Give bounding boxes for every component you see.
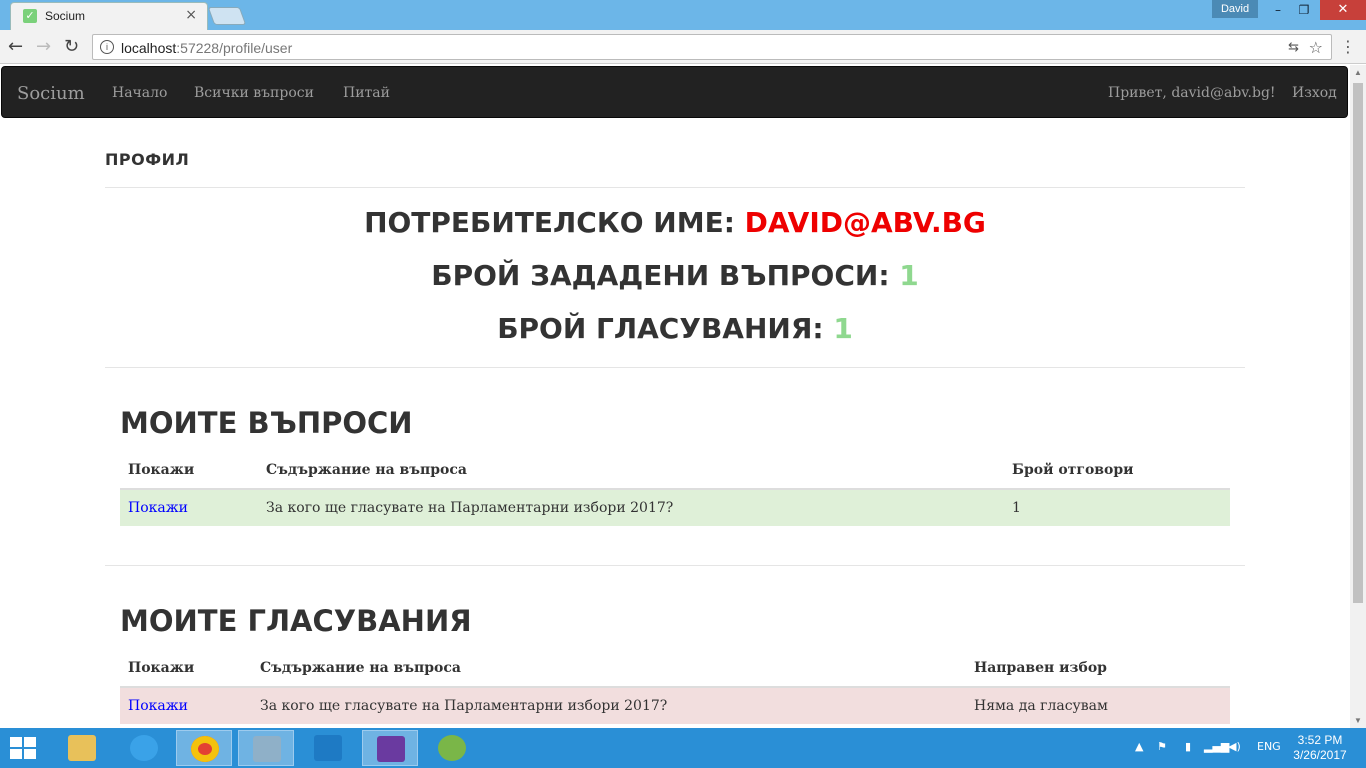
internet-explorer-icon[interactable] — [116, 730, 172, 766]
scroll-down-icon[interactable]: ▼ — [1354, 716, 1362, 725]
table-row: Покажи За кого ще гласувате на Парламент… — [120, 687, 1230, 724]
reload-icon[interactable]: ↻ — [64, 36, 79, 57]
browser-menu-icon[interactable]: ⋮ — [1340, 37, 1356, 56]
votes-count-value: 1 — [833, 312, 853, 345]
snipping-tool-icon[interactable] — [238, 730, 294, 766]
my-questions-table: Покажи Съдържание на въпроса Брой отгово… — [120, 451, 1230, 526]
column-header: Покажи — [120, 649, 252, 688]
tray-expand-icon[interactable]: ▲ — [1135, 740, 1143, 753]
signal-icon[interactable]: ▂▄▆ — [1204, 740, 1229, 753]
site-brand[interactable]: Socium — [17, 83, 85, 104]
vote-question-content: За кого ще гласувате на Парламентарни из… — [252, 687, 966, 724]
bookmark-star-icon[interactable]: ☆ — [1309, 38, 1323, 57]
clock-time: 3:52 PM — [1297, 733, 1343, 747]
battery-icon[interactable]: ▮ — [1185, 740, 1191, 753]
restore-button[interactable]: ❐ — [1290, 0, 1318, 20]
divider — [105, 565, 1245, 566]
username-value: DAVID@ABV.BG — [744, 206, 986, 239]
browser-profile-badge[interactable]: David — [1212, 0, 1258, 18]
nav-greeting[interactable]: Привет, david@abv.bg! — [1108, 85, 1276, 101]
show-vote-link[interactable]: Покажи — [128, 698, 188, 714]
divider — [105, 187, 1245, 188]
network-status-icon[interactable]: ⚑ — [1157, 740, 1167, 753]
url-text: localhost:57228/profile/user — [121, 40, 293, 56]
scrollbar-thumb[interactable] — [1353, 83, 1363, 603]
nav-all-questions[interactable]: Всички въпроси — [194, 85, 314, 101]
language-indicator[interactable]: ENG — [1257, 740, 1281, 753]
address-bar[interactable]: i localhost:57228/profile/user ⇆ ☆ — [92, 34, 1332, 60]
windows-start-icon[interactable] — [10, 737, 38, 759]
page-scrollbar[interactable]: ▲ ▼ — [1350, 65, 1366, 728]
nav-logout[interactable]: Изход — [1292, 85, 1337, 101]
socium-favicon-icon: ✓ — [23, 9, 37, 23]
votes-count-stat: БРОЙ ГЛАСУВАНИЯ: 1 — [497, 312, 853, 345]
scroll-up-icon[interactable]: ▲ — [1354, 68, 1362, 77]
column-header: Съдържание на въпроса — [252, 649, 966, 688]
chrome-icon[interactable] — [176, 730, 232, 766]
system-clock[interactable]: 3:52 PM 3/26/2017 — [1290, 733, 1350, 763]
close-window-button[interactable]: ✕ — [1320, 0, 1366, 20]
column-header: Брой отговори — [1004, 451, 1230, 490]
username-stat: ПОТРЕБИТЕЛСКО ИМЕ: DAVID@ABV.BG — [364, 206, 986, 239]
nav-ask[interactable]: Питай — [343, 85, 390, 101]
translate-icon[interactable]: ⇆ — [1288, 40, 1299, 55]
tab-close-icon[interactable]: × — [185, 7, 197, 23]
forward-arrow-icon[interactable]: → — [36, 36, 51, 57]
vs-code-icon[interactable] — [300, 730, 356, 766]
volume-icon[interactable]: ◀) — [1228, 740, 1241, 753]
column-header: Покажи — [120, 451, 258, 490]
back-arrow-icon[interactable]: ← — [8, 36, 23, 57]
browser-toolbar: ← → ↻ i localhost:57228/profile/user ⇆ ☆… — [0, 30, 1366, 64]
tab-title: Socium — [45, 9, 86, 23]
question-content: За кого ще гласувате на Парламентарни из… — [258, 489, 1004, 526]
answers-count: 1 — [1004, 489, 1230, 526]
questions-count-stat: БРОЙ ЗАДАДЕНИ ВЪПРОСИ: 1 — [431, 259, 919, 292]
nav-home[interactable]: Начало — [112, 85, 167, 101]
windows-taskbar: ▲ ⚑ ▮ ▂▄▆ ◀) ENG 3:52 PM 3/26/2017 — [0, 728, 1366, 768]
column-header: Съдържание на въпроса — [258, 451, 1004, 490]
my-votes-title: МОИТЕ ГЛАСУВАНИЯ — [120, 604, 472, 638]
table-row: Покажи За кого ще гласувате на Парламент… — [120, 489, 1230, 526]
browser-tab[interactable]: ✓ Socium × — [10, 2, 208, 30]
browser-tab-strip: ✓ Socium × David – ❐ ✕ — [0, 0, 1366, 30]
vote-choice: Няма да гласувам — [966, 687, 1230, 724]
minimize-button[interactable]: – — [1264, 0, 1292, 20]
visual-studio-icon[interactable] — [362, 730, 418, 766]
my-questions-title: МОИТЕ ВЪПРОСИ — [120, 406, 413, 440]
questions-count-value: 1 — [899, 259, 919, 292]
divider — [105, 367, 1245, 368]
android-studio-icon[interactable] — [424, 730, 480, 766]
file-explorer-icon[interactable] — [54, 730, 110, 766]
new-tab-button[interactable] — [207, 7, 247, 25]
site-navbar: Socium Начало Всички въпроси Питай Приве… — [1, 66, 1348, 118]
my-votes-table: Покажи Съдържание на въпроса Направен из… — [120, 649, 1230, 724]
page-viewport: Socium Начало Всички въпроси Питай Приве… — [0, 65, 1350, 728]
info-icon[interactable]: i — [100, 40, 114, 54]
column-header: Направен избор — [966, 649, 1230, 688]
clock-date: 3/26/2017 — [1293, 748, 1347, 762]
show-question-link[interactable]: Покажи — [128, 500, 188, 516]
page-title: ПРОФИЛ — [105, 150, 190, 169]
